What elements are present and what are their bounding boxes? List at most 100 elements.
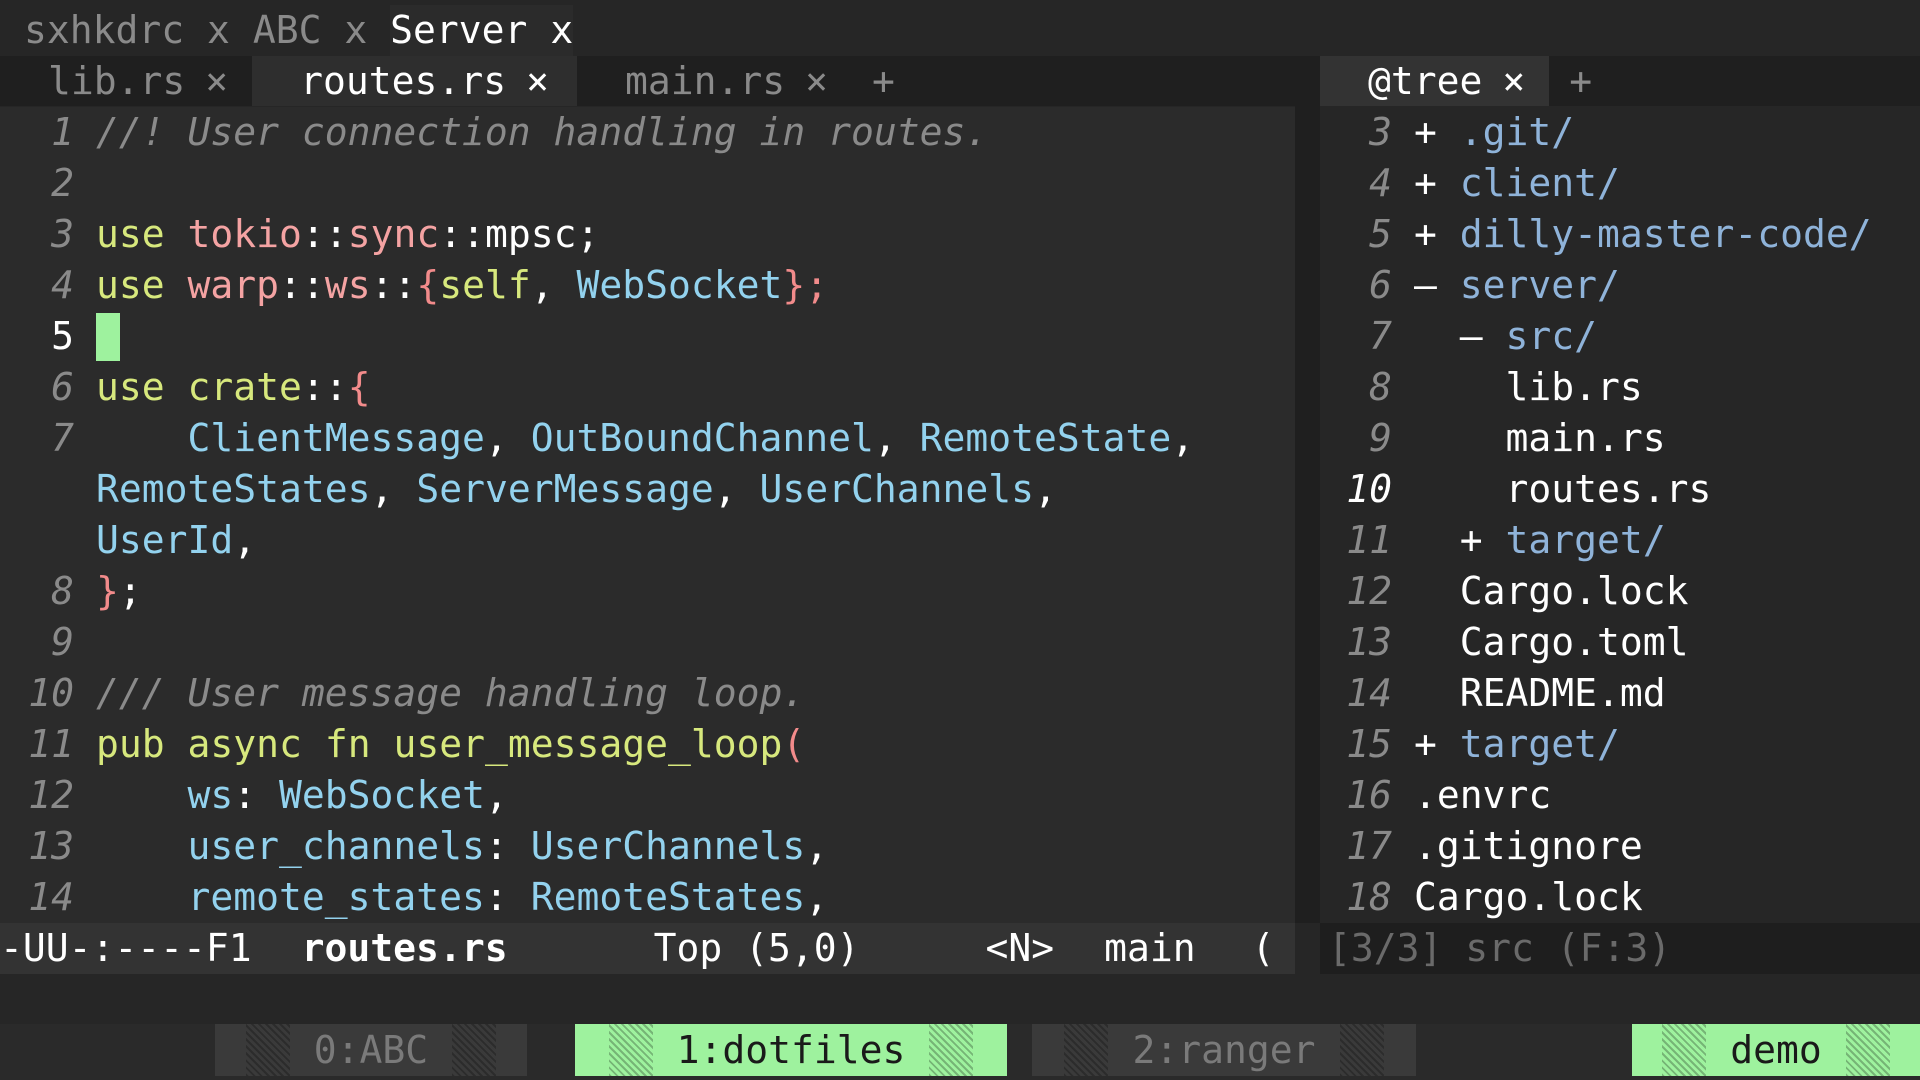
code-line: 10 /// User message handling loop. — [0, 668, 1295, 719]
tree-directory-name[interactable]: server/ — [1460, 260, 1620, 311]
tree-item[interactable]: 13 Cargo.toml — [1320, 617, 1920, 668]
close-icon[interactable]: x — [344, 8, 367, 52]
tree-file-name[interactable]: README.md — [1460, 668, 1666, 719]
window-label: 0:ABC — [313, 1027, 429, 1072]
code-line: 13 user_channels: UserChannels, — [0, 821, 1295, 872]
git-branch[interactable]: main — [1104, 923, 1196, 974]
code-line: 9 — [0, 617, 1295, 668]
tree-directory-name[interactable]: target/ — [1506, 515, 1666, 566]
line-number: 3 — [1369, 110, 1392, 154]
workspace-tab-label: ABC — [252, 8, 322, 52]
tree-item[interactable]: 18 Cargo.lock — [1320, 872, 1920, 923]
keyword: self — [439, 263, 531, 307]
expand-icon[interactable]: + — [1414, 158, 1437, 209]
tree-file-name[interactable]: Cargo.lock — [1414, 872, 1643, 923]
tree-item[interactable]: 14 README.md — [1320, 668, 1920, 719]
tree-item[interactable]: 9 main.rs — [1320, 413, 1920, 464]
tree-item[interactable]: 3 + .git/ — [1320, 107, 1920, 158]
expand-icon[interactable]: + — [1414, 107, 1437, 158]
line-number: 12 — [1346, 569, 1392, 613]
tab-tree[interactable]: @tree × — [1320, 56, 1550, 107]
code-line: 6 use crate::{ — [0, 362, 1295, 413]
code-text: , — [1034, 467, 1057, 511]
tree-file-name[interactable]: Cargo.lock — [1460, 566, 1689, 617]
code-line: 2 — [0, 158, 1295, 209]
close-icon[interactable]: x — [207, 8, 230, 52]
tree-directory-name[interactable]: .git/ — [1460, 107, 1574, 158]
tmux-window-1[interactable]: 1:dotfiles — [575, 1024, 1007, 1076]
type-name: ServerMessage — [416, 467, 714, 511]
tree-item[interactable]: 7 – src/ — [1320, 311, 1920, 362]
argument-name: user_channels — [187, 824, 485, 868]
expand-icon[interactable]: + — [1460, 515, 1483, 566]
line-number: 6 — [1369, 263, 1392, 307]
tree-file-name[interactable]: routes.rs — [1506, 464, 1712, 515]
keyword: async — [187, 722, 302, 766]
close-icon[interactable]: × — [1502, 56, 1525, 107]
tree-directory-name[interactable]: client/ — [1460, 158, 1620, 209]
buffer-name[interactable]: routes.rs — [302, 923, 508, 974]
workspace-tab-sxhkdrc[interactable]: sxhkdrc x — [24, 5, 230, 56]
file-tree[interactable]: 3 + .git/4 + client/5 + dilly-master-code/6… — [1320, 107, 1920, 923]
new-tab-button[interactable]: + — [852, 56, 915, 107]
tree-directory-name[interactable]: src/ — [1506, 311, 1598, 362]
expand-icon[interactable]: + — [1414, 209, 1437, 260]
tree-directory-name[interactable]: dilly-master-code/ — [1460, 209, 1872, 260]
tree-file-name[interactable]: .envrc — [1414, 770, 1551, 821]
window-label: 2:ranger — [1132, 1027, 1316, 1072]
tree-file-name[interactable]: lib.rs — [1506, 362, 1643, 413]
tree-item[interactable]: 4 + client/ — [1320, 158, 1920, 209]
code-editor[interactable]: 1 //! User connection handling in routes.… — [0, 107, 1295, 923]
tab-label: main.rs — [624, 58, 786, 103]
paren: ( — [782, 722, 806, 766]
tree-item[interactable]: 12 Cargo.lock — [1320, 566, 1920, 617]
type-name: WebSocket — [279, 773, 485, 817]
collapse-icon[interactable]: – — [1460, 311, 1483, 362]
collapse-icon[interactable]: – — [1414, 260, 1437, 311]
close-icon[interactable]: × — [526, 56, 549, 107]
tree-file-name[interactable]: .gitignore — [1414, 821, 1643, 872]
tab-routes-rs[interactable]: routes.rs × — [252, 56, 577, 106]
tree-item[interactable]: 5 + dilly-master-code/ — [1320, 209, 1920, 260]
tmux-window-2[interactable]: 2:ranger — [1032, 1024, 1416, 1076]
code-line-wrapped: RemoteStates, ServerMessage, UserChannel… — [0, 464, 1295, 515]
line-number: 6 — [51, 365, 74, 409]
workspace-tab-bar: sxhkdrc x ABC x Server x — [0, 5, 1920, 56]
tree-item[interactable]: 17 .gitignore — [1320, 821, 1920, 872]
code-line: 8}; — [0, 566, 1295, 617]
code-line: 12 ws: WebSocket, — [0, 770, 1295, 821]
dither-pattern — [245, 1024, 290, 1076]
tree-item[interactable]: 15 + target/ — [1320, 719, 1920, 770]
tree-directory-name[interactable]: target/ — [1460, 719, 1620, 770]
workspace-tab-server[interactable]: Server x — [390, 5, 574, 56]
close-icon[interactable]: × — [205, 56, 228, 107]
tmux-window-0[interactable]: 0:ABC — [215, 1024, 527, 1076]
minibuffer[interactable] — [0, 974, 1920, 1024]
tmux-session[interactable]: demo — [1632, 1024, 1920, 1076]
dither-pattern — [452, 1024, 497, 1076]
code-comment: /// User message handling loop. — [96, 671, 806, 715]
close-icon[interactable]: x — [550, 8, 573, 52]
module-name: tokio — [187, 212, 302, 256]
window-divider[interactable] — [1295, 56, 1320, 923]
new-tab-button[interactable]: + — [1549, 56, 1612, 107]
tree-item[interactable]: 16 .envrc — [1320, 770, 1920, 821]
tree-item[interactable]: 10 routes.rs — [1320, 464, 1920, 515]
tree-item[interactable]: 6– server/ — [1320, 260, 1920, 311]
tab-lib-rs[interactable]: lib.rs × — [0, 56, 252, 106]
tree-item[interactable]: 8 lib.rs — [1320, 362, 1920, 413]
tree-file-name[interactable]: Cargo.toml — [1460, 617, 1689, 668]
tree-file-name[interactable]: main.rs — [1506, 413, 1666, 464]
expand-icon[interactable]: + — [1414, 719, 1437, 770]
module-name: ws — [324, 263, 371, 307]
code-text: , — [1171, 416, 1195, 460]
close-icon[interactable]: × — [805, 56, 828, 107]
tab-main-rs[interactable]: main.rs × — [577, 56, 852, 106]
code-text: mpsc; — [484, 212, 600, 256]
tree-item[interactable]: 11 + target/ — [1320, 515, 1920, 566]
workspace-tab-abc[interactable]: ABC x — [253, 5, 367, 56]
